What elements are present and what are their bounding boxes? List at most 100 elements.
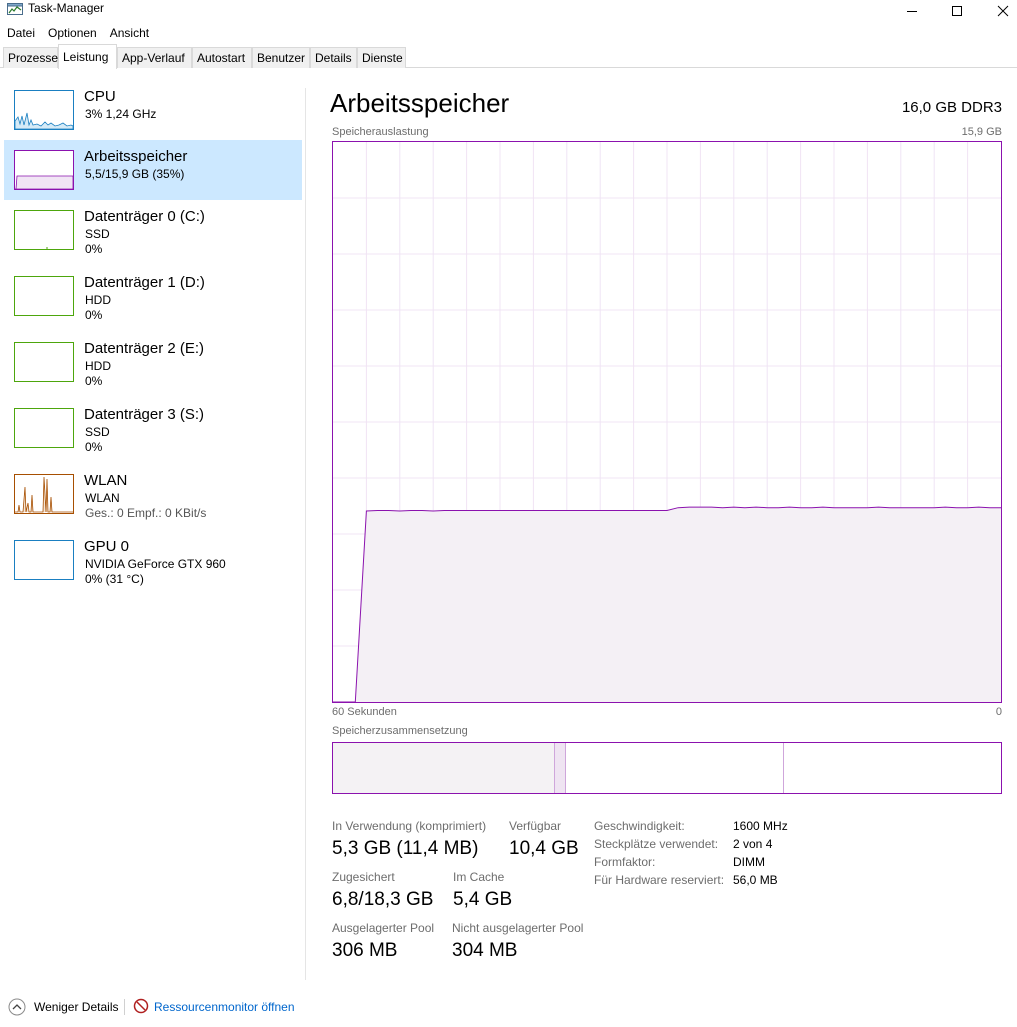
nonpaged-pool-value: 304 MB: [452, 940, 518, 961]
sidebar-item-wlan[interactable]: WLAN WLAN Ges.: 0 Empf.: 0 KBit/s: [4, 464, 302, 524]
form-factor-label: Formfaktor:: [594, 855, 656, 869]
tab-app-verlauf[interactable]: App-Verlauf: [117, 47, 192, 68]
sidebar-item-title: Datenträger 1 (D:): [84, 274, 205, 291]
sidebar: CPU 3% 1,24 GHz Arbeitsspeicher 5,5/15,9…: [0, 80, 305, 980]
speed-value: 1600 MHz: [733, 819, 788, 833]
footer-separator: [124, 999, 125, 1015]
tab-prozesse[interactable]: Prozesse: [3, 47, 58, 68]
sidebar-item-disk-1[interactable]: Datenträger 1 (D:) HDD 0%: [4, 266, 302, 326]
paged-pool-value: 306 MB: [332, 940, 398, 961]
cpu-thumbnail: [14, 90, 74, 130]
time-axis-start: 60 Sekunden: [332, 706, 397, 718]
window-title: Task-Manager: [28, 1, 105, 15]
sidebar-item-title: Datenträger 2 (E:): [84, 340, 205, 357]
sidebar-item-title: Datenträger 3 (S:): [84, 406, 205, 423]
sidebar-item-detail: HDD: [85, 359, 111, 373]
sidebar-item-detail: 5,5/15,9 GB (35%): [85, 167, 185, 181]
sidebar-item-detail: NVIDIA GeForce GTX 960: [85, 557, 226, 571]
sidebar-divider: [305, 88, 306, 980]
resource-monitor-icon[interactable]: [133, 998, 149, 1014]
usage-area: [333, 507, 1001, 702]
graph-max: 15,9 GB: [961, 126, 1002, 138]
speed-label: Geschwindigkeit:: [594, 819, 685, 833]
available-label: Verfügbar: [509, 819, 562, 833]
memory-usage-chart: [333, 142, 1001, 702]
reserved-value: 56,0 MB: [733, 873, 778, 887]
sidebar-item-disk-0[interactable]: Datenträger 0 (C:) SSD 0%: [4, 200, 302, 260]
wlan-thumbnail: [14, 474, 74, 514]
sidebar-item-detail: 3% 1,24 GHz: [85, 107, 157, 121]
composition-label: Speicherzusammensetzung: [332, 725, 468, 737]
memory-composition-bar[interactable]: [332, 742, 1002, 794]
tab-dienste[interactable]: Dienste: [357, 47, 406, 68]
page-title: Arbeitsspeicher: [330, 88, 510, 118]
sidebar-item-disk-3[interactable]: Datenträger 3 (S:) SSD 0%: [4, 398, 302, 458]
committed-value: 6,8/18,3 GB: [332, 889, 434, 910]
sidebar-item-cpu[interactable]: CPU 3% 1,24 GHz: [4, 80, 302, 140]
sidebar-item-gpu[interactable]: GPU 0 NVIDIA GeForce GTX 960 0% (31 °C): [4, 530, 302, 590]
sidebar-item-usage: 0%: [85, 242, 103, 256]
slots-label: Steckplätze verwendet:: [594, 837, 719, 851]
sidebar-item-detail: SSD: [85, 227, 110, 241]
disk-2-thumbnail: [14, 342, 74, 382]
sidebar-item-throughput: Ges.: 0 Empf.: 0 KBit/s: [85, 506, 207, 520]
tab-leistung[interactable]: Leistung: [58, 44, 117, 69]
open-resource-monitor-link[interactable]: Ressourcenmonitor öffnen: [154, 1000, 295, 1014]
sidebar-item-memory[interactable]: Arbeitsspeicher 5,5/15,9 GB (35%): [4, 140, 302, 200]
fewer-details-button[interactable]: Weniger Details: [34, 1000, 118, 1014]
sidebar-item-title: Datenträger 0 (C:): [84, 208, 205, 225]
footer: Weniger Details Ressourcenmonitor öffnen: [0, 992, 1017, 1022]
menu-optionen[interactable]: Optionen: [41, 24, 103, 42]
in-use-value: 5,3 GB (11,4 MB): [332, 838, 479, 859]
form-factor-value: DIMM: [733, 855, 765, 869]
tab-benutzer[interactable]: Benutzer: [252, 47, 310, 68]
menu-datei[interactable]: Datei: [0, 24, 41, 42]
sidebar-item-title: WLAN: [84, 472, 128, 489]
maximize-button[interactable]: [934, 0, 980, 22]
sidebar-item-title: GPU 0: [84, 538, 130, 555]
disk-1-thumbnail: [14, 276, 74, 316]
sidebar-item-usage: 0%: [85, 308, 103, 322]
sidebar-item-usage: 0% (31 °C): [85, 572, 144, 586]
gpu-thumbnail: [14, 540, 74, 580]
sidebar-item-usage: 0%: [85, 440, 103, 454]
paged-pool-label: Ausgelagerter Pool: [332, 921, 435, 935]
minimize-button[interactable]: [889, 0, 935, 22]
nonpaged-pool-label: Nicht ausgelagerter Pool: [452, 921, 584, 935]
title-bar[interactable]: Task-Manager: [0, 0, 1017, 22]
collapse-chevron-icon[interactable]: [8, 998, 26, 1016]
composition-in-use[interactable]: [333, 743, 555, 793]
menu-bar: Datei Optionen Ansicht: [0, 24, 155, 42]
composition-modified[interactable]: [555, 743, 566, 793]
sidebar-item-disk-2[interactable]: Datenträger 2 (E:) HDD 0%: [4, 332, 302, 392]
reserved-label: Für Hardware reserviert:: [594, 873, 725, 887]
sidebar-item-title: Arbeitsspeicher: [84, 148, 188, 165]
cached-label: Im Cache: [453, 870, 505, 884]
slots-value: 2 von 4: [733, 837, 773, 851]
maximize-icon: [952, 6, 962, 16]
task-manager-icon: [7, 3, 23, 15]
sidebar-item-title: CPU: [84, 88, 116, 105]
time-axis-end: 0: [995, 706, 1002, 718]
close-icon: [997, 5, 1009, 17]
disk-3-thumbnail: [14, 408, 74, 448]
tab-bar: Prozesse Leistung App-Verlauf Autostart …: [0, 44, 1017, 69]
graph-label: Speicherauslastung: [332, 126, 429, 138]
in-use-label: In Verwendung (komprimiert): [332, 819, 487, 833]
minimize-icon: [907, 11, 917, 12]
sidebar-item-detail: SSD: [85, 425, 110, 439]
sidebar-item-detail: WLAN: [85, 491, 120, 505]
memory-spec: 16,0 GB DDR3: [901, 99, 1002, 116]
sidebar-item-detail: HDD: [85, 293, 111, 307]
menu-ansicht[interactable]: Ansicht: [103, 24, 155, 42]
memory-usage-graph: [332, 141, 1002, 703]
memory-thumbnail: [14, 150, 74, 190]
composition-standby[interactable]: [566, 743, 784, 793]
tab-details[interactable]: Details: [310, 47, 357, 68]
cached-value: 5,4 GB: [453, 889, 513, 910]
tab-autostart[interactable]: Autostart: [192, 47, 252, 68]
available-value: 10,4 GB: [509, 838, 579, 859]
disk-0-thumbnail: [14, 210, 74, 250]
close-button[interactable]: [980, 0, 1017, 22]
committed-label: Zugesichert: [332, 870, 395, 884]
